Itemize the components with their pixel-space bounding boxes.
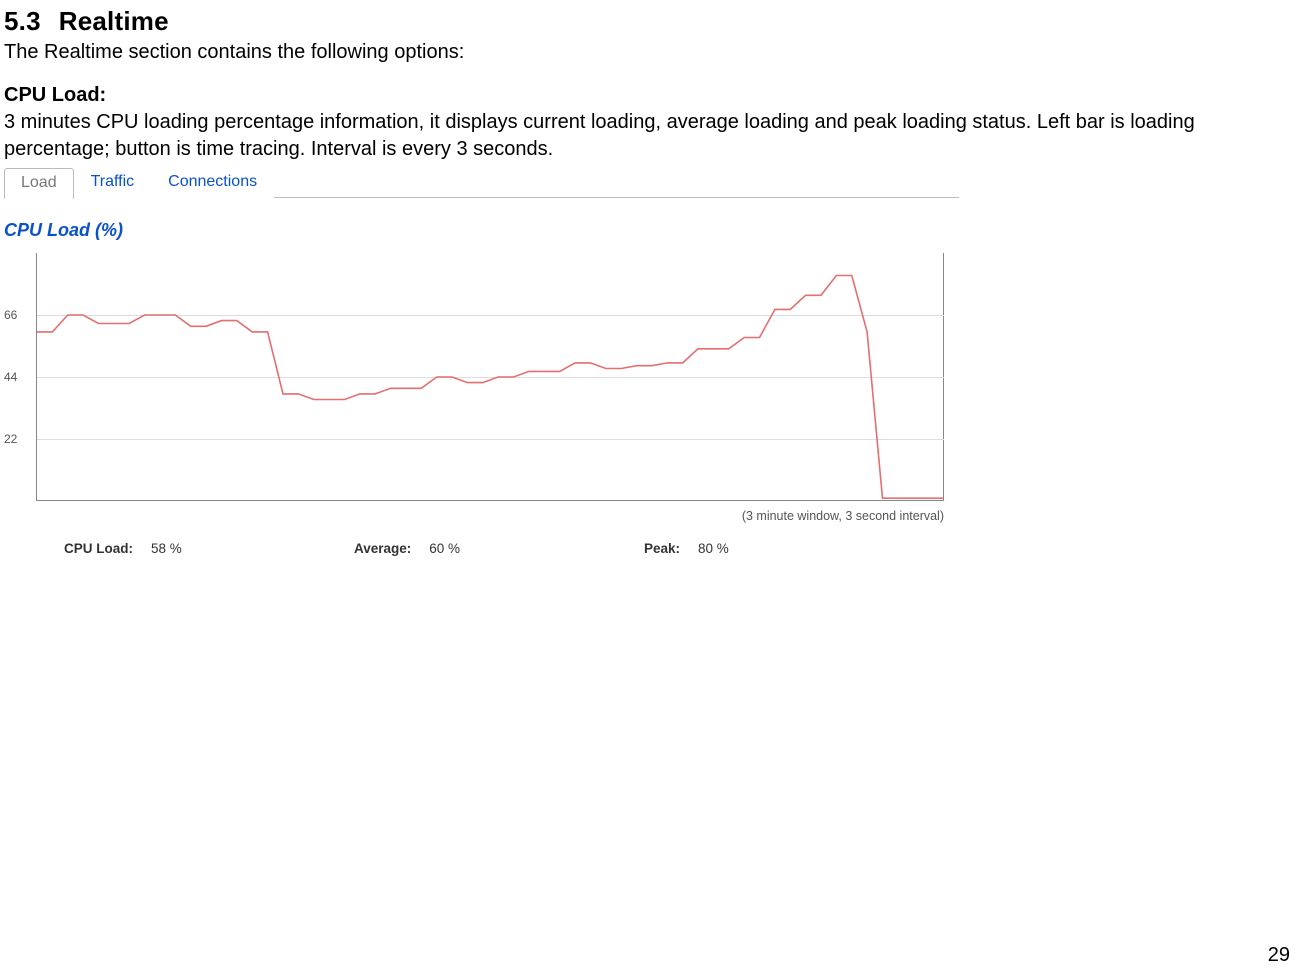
cpu-load-description: 3 minutes CPU loading percentage informa… (4, 109, 1304, 163)
cpu-load-label: CPU Load: (4, 84, 1304, 107)
chart-caption: (3 minute window, 3 second interval) (742, 509, 944, 523)
stat-average-key: Average: (354, 541, 411, 556)
section-heading: 5.3 Realtime (4, 6, 1304, 37)
cpu-load-screenshot: Load Traffic Connections CPU Load (%) 66… (4, 167, 959, 556)
page-number: 29 (1268, 944, 1290, 967)
stat-cpu-load-key: CPU Load: (64, 541, 133, 556)
chart-title: CPU Load (%) (4, 220, 959, 241)
tab-load[interactable]: Load (4, 168, 74, 199)
stat-peak-val: 80 % (698, 541, 729, 556)
section-title: Realtime (59, 6, 169, 36)
stat-average-val: 60 % (429, 541, 460, 556)
stat-cpu-load: CPU Load: 58 % (64, 541, 354, 556)
line-series (37, 253, 944, 501)
stat-peak: Peak: 80 % (644, 541, 934, 556)
tab-traffic[interactable]: Traffic (74, 167, 152, 198)
section-number: 5.3 (4, 6, 41, 36)
intro-text: The Realtime section contains the follow… (4, 39, 1304, 66)
tab-connections[interactable]: Connections (151, 167, 274, 198)
tab-underline (274, 197, 959, 198)
stat-peak-key: Peak: (644, 541, 680, 556)
stat-average: Average: 60 % (354, 541, 644, 556)
chart-area: 66 44 22 (3 minute window, 3 second inte… (4, 247, 944, 527)
tab-bar: Load Traffic Connections (4, 167, 959, 198)
y-tick-66: 66 (4, 308, 17, 322)
stats-row: CPU Load: 58 % Average: 60 % Peak: 80 % (64, 541, 959, 556)
y-tick-44: 44 (4, 370, 17, 384)
y-tick-22: 22 (4, 432, 17, 446)
stat-cpu-load-val: 58 % (151, 541, 182, 556)
